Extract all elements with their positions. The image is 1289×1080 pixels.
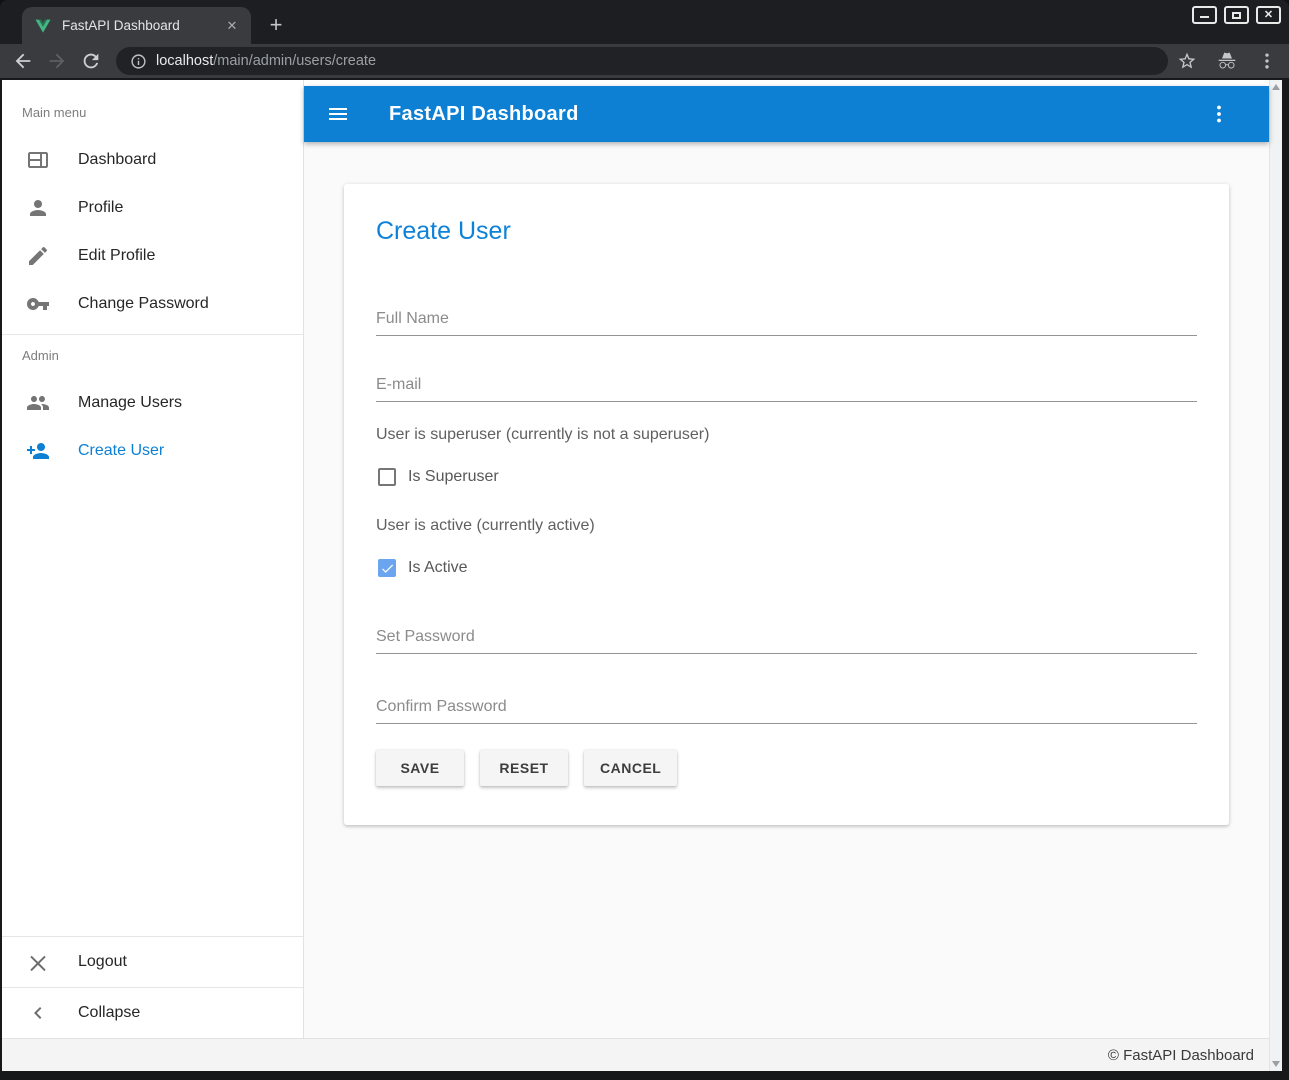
sidebar-item-label: Manage Users [78, 394, 182, 412]
reload-button[interactable] [80, 50, 102, 72]
page: Main menu Dashboard Profile [2, 80, 1282, 1071]
sidebar-header-admin: Admin [2, 335, 303, 375]
vue-favicon-icon [34, 17, 52, 35]
confirm-password-input[interactable] [376, 698, 1197, 724]
sidebar-item-label: Change Password [78, 295, 209, 313]
is-superuser-checkbox[interactable] [378, 468, 396, 486]
confirm-password-field-wrap [376, 698, 1197, 724]
reset-button[interactable]: RESET [480, 750, 568, 786]
scrollbar-up-arrow-icon[interactable] [1272, 84, 1280, 90]
app-bar: FastAPI Dashboard [304, 86, 1269, 142]
sidebar-item-profile[interactable]: Profile [2, 184, 303, 232]
is-superuser-checkbox-row[interactable]: Is Superuser [376, 468, 1197, 486]
sidebar-item-change-password[interactable]: Change Password [2, 280, 303, 328]
full-name-input[interactable] [376, 310, 1197, 336]
tab-close-icon[interactable]: ✕ [223, 17, 241, 35]
appbar-kebab-icon[interactable] [1207, 102, 1231, 126]
pencil-icon [26, 244, 50, 268]
bookmark-star-icon[interactable] [1177, 51, 1197, 71]
cancel-button[interactable]: CANCEL [584, 750, 677, 786]
sidebar-item-label: Edit Profile [78, 247, 155, 265]
window-close-button[interactable]: ✕ [1256, 6, 1281, 24]
checkbox-label: Is Superuser [408, 468, 499, 486]
window-close-icon: ✕ [1264, 10, 1273, 21]
is-active-checkbox[interactable] [378, 559, 396, 577]
appbar-title: FastAPI Dashboard [389, 103, 579, 126]
incognito-icon [1217, 51, 1237, 71]
toolbar-right [1177, 51, 1277, 71]
email-input[interactable] [376, 376, 1197, 402]
person-add-icon [26, 439, 50, 463]
superuser-hint: User is superuser (currently is not a su… [376, 426, 1197, 444]
active-hint: User is active (currently active) [376, 517, 1197, 535]
page-scrollbar[interactable] [1269, 80, 1282, 1071]
sidebar-item-label: Create User [78, 442, 164, 460]
address-bar[interactable]: localhost/main/admin/users/create [116, 47, 1168, 75]
sidebar-item-manage-users[interactable]: Manage Users [2, 379, 303, 427]
key-icon [26, 292, 50, 316]
sidebar-item-collapse[interactable]: Collapse [2, 988, 303, 1038]
sidebar-spacer [2, 481, 303, 936]
sidebar-item-dashboard[interactable]: Dashboard [2, 136, 303, 184]
sidebar-main-list: Dashboard Profile Edit Pro [2, 132, 303, 334]
url-text: localhost/main/admin/users/create [156, 53, 376, 69]
sidebar-item-label: Collapse [78, 1004, 140, 1022]
sidebar-item-label: Profile [78, 199, 123, 217]
forward-button[interactable] [46, 50, 68, 72]
sidebar-item-label: Dashboard [78, 151, 156, 169]
scrollbar-down-arrow-icon[interactable] [1272, 1061, 1280, 1067]
create-user-card: Create User User is superuser (currently… [344, 184, 1229, 825]
button-row: SAVE RESET CANCEL [376, 750, 1197, 786]
minimize-icon [1200, 16, 1209, 18]
sidebar-item-label: Logout [78, 953, 127, 971]
url-path: /main/admin/users/create [213, 53, 376, 69]
back-button[interactable] [12, 50, 34, 72]
site-info-icon[interactable] [130, 53, 147, 70]
full-name-field-wrap [376, 310, 1197, 336]
page-footer: © FastAPI Dashboard [2, 1038, 1269, 1071]
footer-copyright: © FastAPI Dashboard [1108, 1047, 1254, 1064]
email-field-wrap [376, 376, 1197, 402]
window-maximize-button[interactable] [1224, 6, 1249, 24]
tab-title: FastAPI Dashboard [62, 18, 223, 33]
dashboard-icon [26, 148, 50, 172]
sidebar-header-main-menu: Main menu [2, 92, 303, 132]
person-icon [26, 196, 50, 220]
browser-tab[interactable]: FastAPI Dashboard ✕ [22, 7, 251, 44]
chevron-left-icon [26, 1001, 50, 1025]
content: Create User User is superuser (currently… [304, 142, 1269, 1038]
sidebar-admin-list: Manage Users Create User [2, 375, 303, 481]
maximize-icon [1232, 12, 1241, 19]
checkmark-icon [380, 561, 395, 576]
window-minimize-button[interactable] [1192, 6, 1217, 24]
sidebar: Main menu Dashboard Profile [2, 80, 304, 1038]
new-tab-button[interactable]: + [262, 11, 290, 39]
browser-menu-kebab-icon[interactable] [1257, 51, 1277, 71]
sidebar-item-logout[interactable]: Logout [2, 937, 303, 987]
people-icon [26, 391, 50, 415]
is-active-checkbox-row[interactable]: Is Active [376, 559, 1197, 577]
hamburger-menu-icon[interactable] [326, 102, 350, 126]
sidebar-item-create-user[interactable]: Create User [2, 427, 303, 475]
page-title: Create User [376, 214, 1197, 248]
window-controls: ✕ [1192, 6, 1281, 24]
close-icon [26, 950, 50, 974]
set-password-input[interactable] [376, 628, 1197, 654]
set-password-field-wrap [376, 628, 1197, 654]
browser-toolbar: localhost/main/admin/users/create [0, 44, 1289, 79]
sidebar-item-edit-profile[interactable]: Edit Profile [2, 232, 303, 280]
save-button[interactable]: SAVE [376, 750, 464, 786]
browser-window: FastAPI Dashboard ✕ + ✕ localhost/main/a… [0, 0, 1289, 1080]
main-area: FastAPI Dashboard Create User [304, 80, 1269, 1038]
checkbox-label: Is Active [408, 559, 468, 577]
url-host: localhost [156, 53, 213, 69]
tab-strip: FastAPI Dashboard ✕ + ✕ [0, 0, 1289, 44]
